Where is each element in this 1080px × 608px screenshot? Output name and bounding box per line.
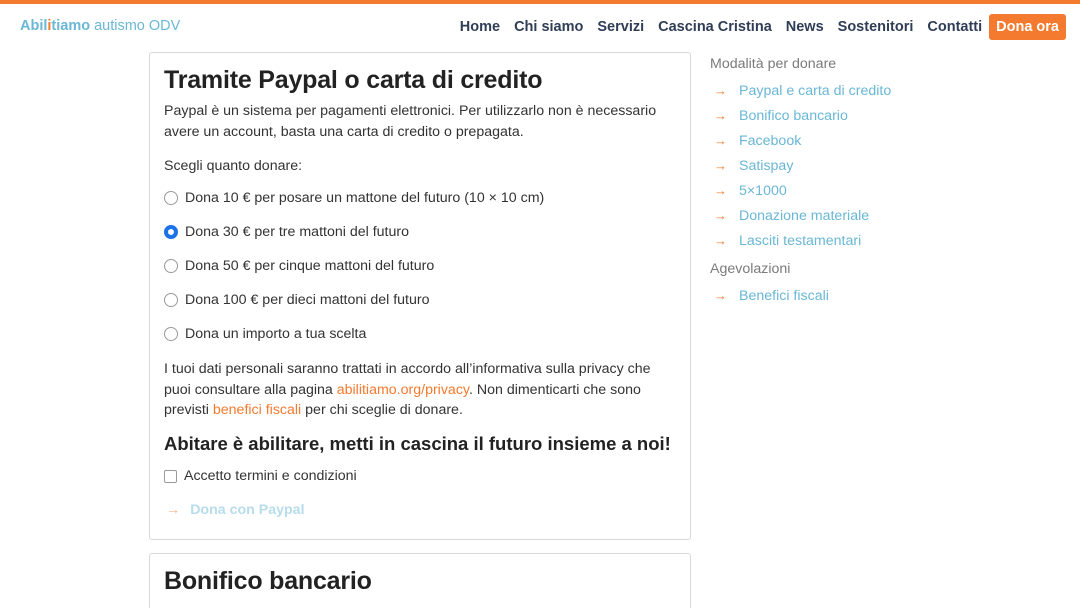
sidebar-section-title-agevolazioni: Agevolazioni	[710, 261, 791, 277]
benefici-fiscali-link[interactable]: benefici fiscali	[213, 402, 301, 418]
nav-chi-siamo[interactable]: Chi siamo	[507, 15, 590, 39]
terms-checkbox[interactable]	[164, 469, 177, 483]
site-logo[interactable]: Abilitiamo autismo ODV	[20, 18, 180, 34]
main-nav: Home Chi siamo Servizi Cascina Cristina …	[453, 14, 1066, 40]
paypal-donation-card: Tramite Paypal o carta di credito Paypal…	[149, 52, 691, 540]
donate-now-button[interactable]: Dona ora	[989, 14, 1066, 40]
arrow-right-icon: →	[714, 208, 727, 223]
privacy-notice: I tuoi dati personali saranno trattati i…	[164, 359, 674, 421]
arrow-right-icon: →	[714, 133, 727, 148]
paypal-section-title: Tramite Paypal o carta di credito	[164, 66, 543, 94]
sidebar-item-label: Lasciti testamentari	[739, 232, 862, 249]
slogan-heading: Abitare è abilitare, metti in cascina il…	[164, 433, 671, 454]
nav-news[interactable]: News	[779, 15, 831, 39]
donation-option-10[interactable]: Dona 10 € per posare un mattone del futu…	[164, 190, 544, 206]
radio-button[interactable]	[164, 191, 178, 205]
sidebar-item-donazione-materiale[interactable]: → Donazione materiale	[710, 203, 970, 228]
sidebar-section-title-donation-methods: Modalità per donare	[710, 56, 837, 72]
terms-label: Accetto termini e condizioni	[184, 468, 357, 484]
arrow-right-icon: →	[166, 502, 181, 518]
sidebar-item-paypal[interactable]: → Paypal e carta di credito	[710, 78, 970, 103]
donation-option-label: Dona un importo a tua scelta	[185, 326, 367, 342]
arrow-right-icon: →	[714, 288, 727, 303]
privacy-link[interactable]: abilitiamo.org/privacy	[337, 382, 469, 398]
sidebar-item-label: 5×1000	[739, 182, 787, 199]
arrow-right-icon: →	[714, 83, 727, 98]
sidebar-item-label: Benefici fiscali	[739, 287, 829, 304]
arrow-right-icon: →	[714, 183, 727, 198]
donation-option-30[interactable]: Dona 30 € per tre mattoni del futuro	[164, 224, 409, 240]
paypal-donate-button[interactable]: → Dona con Paypal	[166, 502, 305, 518]
sidebar-item-label: Paypal e carta di credito	[739, 82, 892, 99]
nav-servizi[interactable]: Servizi	[590, 15, 651, 39]
navbar: Abilitiamo autismo ODV Home Chi siamo Ser…	[0, 4, 1080, 50]
sidebar-item-lasciti[interactable]: → Lasciti testamentari	[710, 228, 970, 253]
logo-part-3: tiamo	[51, 18, 91, 34]
paypal-intro-text: Paypal è un sistema per pagamenti elettr…	[164, 103, 657, 140]
bank-transfer-title: Bonifico bancario	[164, 567, 372, 595]
arrow-right-icon: →	[714, 233, 727, 248]
sidebar-item-satispay[interactable]: → Satispay	[710, 153, 970, 178]
sidebar-item-5x1000[interactable]: → 5×1000	[710, 178, 970, 203]
arrow-right-icon: →	[714, 108, 727, 123]
sidebar-item-facebook[interactable]: → Facebook	[710, 128, 970, 153]
donation-option-label: Dona 30 € per tre mattoni del futuro	[185, 224, 409, 240]
arrow-right-icon: →	[714, 158, 727, 173]
sidebar-item-label: Bonifico bancario	[739, 107, 848, 124]
nav-contatti[interactable]: Contatti	[920, 15, 989, 39]
sidebar-item-label: Satispay	[739, 157, 794, 174]
sidebar-item-label: Donazione materiale	[739, 207, 870, 224]
donation-option-custom[interactable]: Dona un importo a tua scelta	[164, 326, 366, 342]
sidebar-item-label: Facebook	[739, 132, 802, 149]
donation-option-50[interactable]: Dona 50 € per cinque mattoni del futuro	[164, 258, 434, 274]
paypal-donate-label: Dona con Paypal	[190, 502, 305, 518]
nav-sostenitori[interactable]: Sostenitori	[831, 15, 921, 39]
sidebar-item-bonifico[interactable]: → Bonifico bancario	[710, 103, 970, 128]
nav-cascina-cristina[interactable]: Cascina Cristina	[651, 15, 779, 39]
sidebar: Modalità per donare → Paypal e carta di c…	[710, 56, 970, 308]
radio-button[interactable]	[164, 327, 178, 341]
radio-button[interactable]	[164, 293, 178, 307]
donation-option-label: Dona 100 € per dieci mattoni del futuro	[185, 292, 430, 308]
donation-option-label: Dona 50 € per cinque mattoni del futuro	[185, 258, 435, 274]
radio-button-checked[interactable]	[164, 225, 178, 239]
nav-home[interactable]: Home	[453, 15, 507, 39]
logo-part-1: Abil	[20, 18, 48, 34]
logo-subtitle: autismo ODV	[94, 18, 181, 34]
choose-amount-label: Scegli quanto donare:	[164, 158, 303, 174]
terms-checkbox-row[interactable]: Accetto termini e condizioni	[164, 468, 357, 484]
donation-option-100[interactable]: Dona 100 € per dieci mattoni del futuro	[164, 292, 430, 308]
privacy-text-3: per chi sceglie di donare.	[301, 402, 463, 418]
donation-option-label: Dona 10 € per posare un mattone del futu…	[185, 190, 545, 206]
bank-transfer-card: Bonifico bancario	[149, 553, 691, 608]
radio-button[interactable]	[164, 259, 178, 273]
sidebar-item-benefici-fiscali[interactable]: → Benefici fiscali	[710, 283, 970, 308]
